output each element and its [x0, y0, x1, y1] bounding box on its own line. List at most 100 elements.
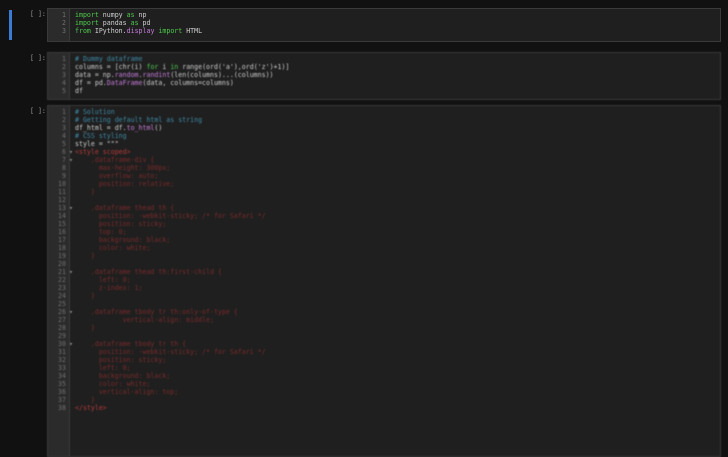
code-token: # Solution [75, 108, 115, 116]
code-token: # CSS styling [75, 132, 127, 140]
code-token: # Dummy dataframe [75, 55, 143, 63]
code-text: # Dummy dataframe [75, 55, 143, 63]
line-number: 21 [58, 268, 66, 276]
line-number: 37 [58, 396, 66, 404]
code-text: background: black; [75, 236, 170, 244]
code-token: z-index: 1; [75, 284, 143, 292]
fold-arrow-icon[interactable]: ▾ [69, 340, 73, 348]
line-number: 1 [62, 108, 66, 116]
code-token: left: 0; [75, 364, 131, 372]
fold-arrow-icon[interactable]: ▾ [69, 308, 73, 316]
code-token: .dataframe tbody tr th { [75, 340, 187, 348]
line-number: 3 [62, 27, 66, 35]
code-token: from [75, 27, 91, 35]
code-token: color: white; [75, 244, 151, 252]
cell-prompt: [ ]: [30, 10, 46, 18]
code-cell-imports[interactable]: [ ]: 1 import numpy as np 2 import pandas a… [0, 8, 728, 42]
code-text: .dataframe tbody tr th:only-of-type { [75, 308, 238, 316]
line-number: 3 [62, 71, 66, 79]
code-text: } [75, 188, 95, 196]
line-number: 5 [62, 140, 66, 148]
line-number: 34 [58, 372, 66, 380]
code-token: } [75, 292, 95, 300]
code-token: background: black; [75, 372, 171, 380]
code-token: import [158, 27, 183, 35]
line-number: 26 [58, 308, 66, 316]
code-token: max-height: 300px; [75, 164, 171, 172]
code-token: } [75, 252, 95, 260]
active-cell-indicator [9, 10, 12, 40]
code-text: position: sticky; [75, 220, 167, 228]
code-editor[interactable]: 1 # Dummy dataframe 2 columns = [chr(i) for… [47, 52, 721, 100]
line-number: 15 [58, 220, 66, 228]
code-cell-styling[interactable]: [ ]: 1 # Solution 2 # Getting default html … [0, 105, 728, 457]
line-number: 31 [58, 348, 66, 356]
code-token: .dataframe thead th:first-child { [75, 268, 222, 276]
code-text: overflow: auto; [75, 172, 159, 180]
fold-arrow-icon[interactable]: ▾ [69, 148, 73, 156]
code-text: position: -webkit-sticky; /* for Safari … [75, 348, 266, 356]
code-text: import pandas as pd [75, 19, 150, 27]
code-token: vertical-align: top; [75, 388, 179, 396]
line-number: 25 [58, 300, 66, 308]
code-token: } [75, 396, 95, 404]
line-number: 17 [58, 236, 66, 244]
code-token: vertical-align: middle; [75, 316, 214, 324]
line-number: 29 [58, 332, 66, 340]
line-number: 13 [58, 204, 66, 212]
fold-arrow-icon[interactable]: ▾ [69, 268, 73, 276]
code-text: left: 0; [75, 364, 131, 372]
cell-prompt: [ ]: [30, 107, 46, 115]
line-number: 38 [58, 404, 66, 412]
code-text: .dataframe thead th:first-child { [75, 268, 222, 276]
code-token: (len(columns)...(columns)) [170, 71, 274, 79]
line-number: 2 [62, 116, 66, 124]
code-text: left: 0; [75, 276, 131, 284]
line-number: 6 [62, 148, 66, 156]
line-number: 14 [58, 212, 66, 220]
code-text: color: white; [75, 380, 151, 388]
line-number: 18 [58, 244, 66, 252]
line-number: 1 [62, 11, 66, 19]
line-number: 36 [58, 388, 66, 396]
line-number: 4 [62, 79, 66, 87]
code-editor[interactable]: 1 # Solution 2 # Getting default html as st… [47, 105, 721, 457]
line-number: 11 [58, 188, 66, 196]
fold-arrow-icon[interactable]: ▾ [69, 156, 73, 164]
code-text: </style> [75, 404, 107, 412]
code-token: columns = [chr(i) [75, 63, 147, 71]
line-number: 20 [58, 260, 66, 268]
code-token: () [154, 124, 163, 132]
code-token: color: white; [75, 380, 151, 388]
code-text: } [75, 252, 95, 260]
line-number: 27 [58, 316, 66, 324]
code-token: </style> [75, 404, 107, 412]
code-text: color: white; [75, 244, 151, 252]
code-text: df [75, 87, 83, 95]
code-token: IPython. [90, 27, 127, 35]
code-text: position: -webkit-sticky; /* for Safari … [75, 212, 266, 220]
code-token: background: black; [75, 236, 171, 244]
code-text: df = pd.DataFrame(data, columns=columns) [75, 79, 234, 87]
line-number: 12 [58, 196, 66, 204]
code-text: top: 0; [75, 228, 127, 236]
code-token: import [75, 11, 99, 19]
code-text: # Getting default html as string [75, 116, 202, 124]
code-text: vertical-align: top; [75, 388, 178, 396]
code-token: position: sticky; [75, 356, 167, 364]
code-cell-dataframe[interactable]: [ ]: 1 # Dummy dataframe 2 columns = [chr(i… [0, 52, 728, 100]
code-text: .dataframe thead th { [75, 204, 174, 212]
line-number: 19 [58, 252, 66, 260]
code-text: z-index: 1; [75, 284, 143, 292]
code-token: as [130, 19, 139, 27]
code-text: vertical-align: middle; [75, 316, 214, 324]
code-editor[interactable]: 1 import numpy as np 2 import pandas as pd 3… [47, 8, 721, 42]
code-token: pd [138, 19, 151, 27]
code-token: DataFrame [106, 79, 143, 87]
code-token: (data, columns=columns) [142, 79, 234, 87]
line-number: 33 [58, 364, 66, 372]
code-token: <style scoped> [75, 148, 131, 156]
code-token: top: 0; [75, 228, 127, 236]
code-token: left: 0; [75, 276, 131, 284]
fold-arrow-icon[interactable]: ▾ [69, 204, 73, 212]
